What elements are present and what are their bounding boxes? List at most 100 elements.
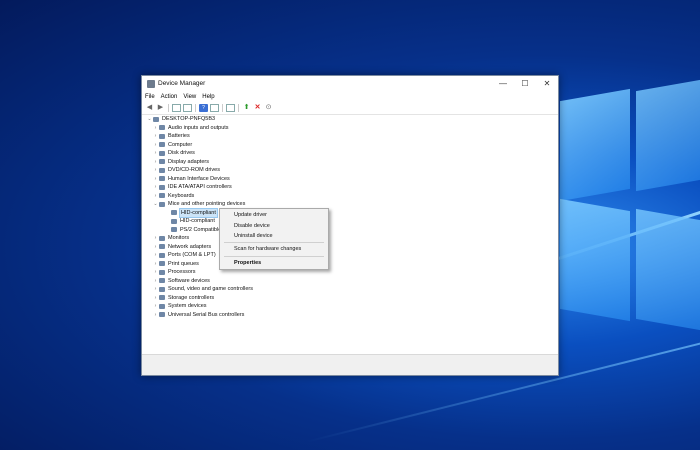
tree-device[interactable]: HID-compliant	[171, 217, 215, 225]
collapse-arrow-icon[interactable]: ⌄	[146, 115, 153, 123]
expand-arrow-icon[interactable]: ›	[152, 166, 159, 174]
controller-icon	[159, 184, 165, 190]
expand-arrow-icon[interactable]: ›	[152, 251, 159, 259]
update-driver-item[interactable]: Update driver	[234, 212, 267, 218]
menu-file[interactable]: File	[145, 94, 155, 100]
speaker-icon	[159, 125, 165, 130]
scan-hardware-item[interactable]: Scan for hardware changes	[234, 246, 301, 252]
tree-item-label: Sound, video and game controllers	[168, 286, 253, 292]
tree-item-label: Computer	[168, 141, 193, 148]
tree-item-label: Keyboards	[168, 192, 195, 199]
collapse-arrow-icon[interactable]: ⌄	[152, 200, 159, 208]
expand-arrow-icon[interactable]: ›	[152, 285, 159, 293]
tree-root[interactable]: ⌄ DESKTOP-PNFQ5B3	[146, 115, 215, 123]
tree-category[interactable]: › Human Interface Devices	[152, 175, 230, 183]
disk-icon	[159, 150, 165, 156]
expand-arrow-icon[interactable]: ›	[152, 132, 159, 140]
tree-device[interactable]: HID-compliant	[171, 207, 218, 218]
expand-arrow-icon[interactable]: ›	[152, 294, 159, 302]
tree-category[interactable]: › DVD/CD-ROM drives	[152, 166, 220, 174]
expand-arrow-icon[interactable]: ›	[152, 234, 159, 242]
uninstall-icon[interactable]: ✕	[253, 104, 262, 112]
computer-icon	[153, 116, 159, 122]
tree-item-label: PS/2 Compatible	[180, 226, 222, 233]
dvd-icon	[159, 167, 165, 173]
processor-icon	[159, 269, 165, 275]
tree-category[interactable]: › System devices	[152, 302, 207, 310]
help-icon[interactable]: ?	[199, 104, 208, 112]
tree-category[interactable]: › Computer	[152, 141, 193, 149]
tree-item-label: Storage controllers	[168, 294, 215, 301]
keyboard-icon	[159, 193, 165, 198]
expand-arrow-icon[interactable]: ›	[152, 277, 159, 285]
download-driver-icon[interactable]: ⊙	[264, 104, 273, 112]
expand-arrow-icon[interactable]: ›	[152, 311, 159, 319]
monitor-icon	[159, 235, 165, 241]
list-view-icon[interactable]	[183, 104, 192, 112]
expand-arrow-icon[interactable]: ›	[152, 260, 159, 268]
disable-device-item[interactable]: Disable device	[234, 223, 270, 229]
battery-icon	[159, 133, 165, 139]
tree-category[interactable]: › Audio inputs and outputs	[152, 124, 229, 132]
mouse-icon	[171, 218, 177, 224]
port-icon	[159, 252, 165, 258]
uninstall-device-item[interactable]: Uninstall device	[234, 233, 273, 239]
expand-arrow-icon[interactable]: ›	[152, 158, 159, 166]
tree-category[interactable]: › Storage controllers	[152, 294, 215, 302]
title-bar[interactable]: Device Manager — ☐ ✕	[142, 76, 558, 91]
menu-help[interactable]: Help	[202, 94, 214, 100]
menu-view[interactable]: View	[183, 94, 196, 100]
tree-category[interactable]: › Sound, video and game controllers	[152, 285, 253, 293]
tree-item-label: System devices	[168, 303, 207, 309]
tree-category[interactable]: › Display adapters	[152, 158, 209, 166]
tree-category[interactable]: ⌄ Mice and other pointing devices	[152, 200, 245, 208]
tree-item-label: Display adapters	[168, 158, 209, 165]
tree-category[interactable]: › Processors	[152, 268, 196, 276]
minimize-button[interactable]: —	[492, 76, 514, 91]
back-icon[interactable]: ◀	[145, 104, 154, 112]
expand-arrow-icon[interactable]: ›	[152, 175, 159, 183]
tree-category[interactable]: › Keyboards	[152, 192, 195, 200]
menu-divider	[224, 242, 324, 243]
expand-arrow-icon[interactable]: ›	[152, 183, 159, 191]
windows-logo-icon	[560, 78, 700, 335]
tree-category[interactable]: › Monitors	[152, 234, 189, 242]
expand-arrow-icon[interactable]: ›	[152, 302, 159, 310]
tree-category[interactable]: › Network adapters	[152, 243, 211, 251]
tree-item-label: Batteries	[168, 133, 190, 139]
tree-category[interactable]: › Universal Serial Bus controllers	[152, 311, 245, 319]
expand-arrow-icon[interactable]: ›	[152, 268, 159, 276]
expand-arrow-icon[interactable]: ›	[152, 149, 159, 157]
expand-arrow-icon[interactable]: ›	[152, 141, 159, 149]
computer-icon	[159, 142, 165, 147]
expand-arrow-icon[interactable]: ›	[152, 243, 159, 251]
status-bar	[142, 354, 558, 375]
tree-category[interactable]: › Batteries	[152, 132, 190, 140]
properties-item[interactable]: Properties	[234, 260, 261, 266]
tree-item-label: Ports (COM & LPT)	[168, 252, 216, 258]
network-icon	[159, 244, 165, 249]
close-button[interactable]: ✕	[536, 76, 558, 91]
tree-category[interactable]: › Print queues	[152, 260, 199, 268]
update-driver-icon[interactable]: ⬆	[242, 104, 251, 112]
tree-category[interactable]: › IDE ATA/ATAPI controllers	[152, 183, 232, 191]
tree-item-label: Software devices	[168, 277, 210, 284]
tree-item-label: Human Interface Devices	[168, 175, 230, 182]
expand-arrow-icon[interactable]: ›	[152, 192, 159, 200]
device-view-icon[interactable]	[210, 104, 219, 112]
tree-category[interactable]: › Disk drives	[152, 149, 195, 157]
tree-category[interactable]: › Ports (COM & LPT)	[152, 251, 216, 259]
tree-item-label: Print queues	[168, 260, 199, 267]
usb-icon	[159, 312, 165, 317]
tree-item-label: HID-compliant	[179, 207, 218, 218]
scan-hardware-icon[interactable]	[226, 104, 235, 112]
tree-item-label: HID-compliant	[180, 218, 215, 224]
tree-item-label: DVD/CD-ROM drives	[168, 167, 220, 173]
forward-icon[interactable]: ▶	[156, 104, 165, 112]
expand-arrow-icon[interactable]: ›	[152, 124, 159, 132]
maximize-button[interactable]: ☐	[514, 76, 536, 91]
tree-device[interactable]: PS/2 Compatible	[171, 226, 221, 234]
properties-view-icon[interactable]	[172, 104, 181, 112]
tree-category[interactable]: › Software devices	[152, 277, 210, 285]
menu-action[interactable]: Action	[161, 94, 178, 100]
